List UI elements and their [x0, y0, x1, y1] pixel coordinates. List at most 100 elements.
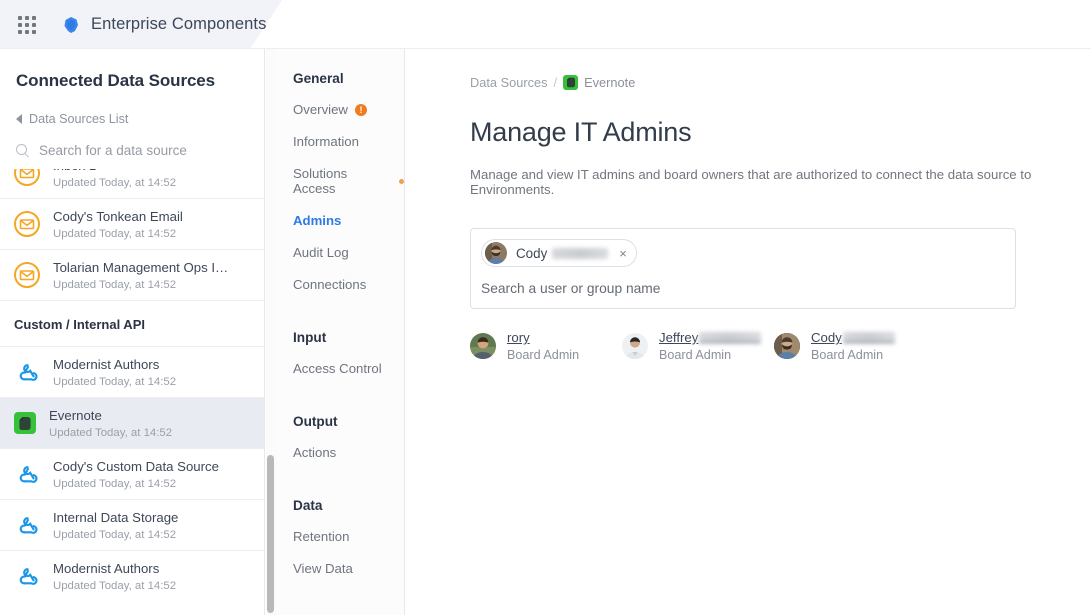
- data-source-name: Modernist Authors: [53, 560, 176, 578]
- redacted-surname: [552, 248, 608, 259]
- nav-item-label: Overview: [293, 102, 348, 117]
- nav-item-connections[interactable]: Connections: [293, 267, 404, 299]
- main-content: Data Sources / Evernote Manage IT Admins…: [406, 49, 1091, 615]
- app-root: Enterprise Components Connected Data Sou…: [0, 0, 1091, 615]
- tonkean-logo-icon: [60, 14, 82, 36]
- nav-item-access-control[interactable]: Access Control: [293, 351, 404, 383]
- webhook-icon: [14, 563, 40, 589]
- selected-user-first-name: Cody: [516, 246, 547, 261]
- nav-section-general: General: [293, 71, 404, 86]
- admin-list-item: rory Board Admin: [470, 330, 622, 362]
- nav-item-label: Connections: [293, 277, 366, 292]
- data-source-row[interactable]: Modernist Authors Updated Today, at 14:52: [0, 346, 265, 397]
- settings-nav: General Overview! Information Solutions Acc…: [277, 49, 405, 615]
- page-title: Manage IT Admins: [470, 117, 1061, 148]
- nav-item-label: Access Control: [293, 361, 382, 376]
- avatar: [774, 333, 800, 359]
- data-source-updated: Updated Today, at 14:52: [53, 228, 183, 240]
- nav-item-audit-log[interactable]: Audit Log: [293, 235, 404, 267]
- avatar: [485, 242, 507, 264]
- avatar: [470, 333, 496, 359]
- page-description: Manage and view IT admins and board owne…: [470, 167, 1061, 197]
- nav-item-label: Audit Log: [293, 245, 349, 260]
- data-source-list: Inbox 1Updated Today, at 14:52Cody's Ton…: [0, 169, 265, 601]
- data-source-name: Inbox 1: [53, 169, 176, 175]
- admin-name-link[interactable]: Jeffrey: [659, 330, 761, 345]
- sidebar-search-row: [16, 143, 248, 170]
- breadcrumb: Data Sources / Evernote: [470, 75, 1061, 90]
- admin-first-name: Jeffrey: [659, 330, 698, 345]
- admin-role: Board Admin: [507, 348, 579, 362]
- status-dot-icon: [399, 179, 404, 184]
- admin-picker[interactable]: Cody ×: [470, 228, 1016, 309]
- grid-apps-icon[interactable]: [18, 16, 36, 34]
- nav-item-admins[interactable]: Admins: [293, 203, 404, 235]
- data-source-name: Modernist Authors: [53, 356, 176, 374]
- nav-item-overview[interactable]: Overview!: [293, 92, 404, 124]
- back-to-data-sources-list[interactable]: Data Sources List: [16, 112, 248, 126]
- webhook-icon: [14, 512, 40, 538]
- avatar: [622, 333, 648, 359]
- data-source-updated: Updated Today, at 14:52: [53, 177, 176, 189]
- data-source-updated: Updated Today, at 14:52: [53, 580, 176, 592]
- nav-section-input: Input: [293, 330, 404, 345]
- data-source-row[interactable]: EvernoteUpdated Today, at 14:52: [0, 397, 265, 448]
- search-icon: [16, 144, 29, 157]
- admin-name-link[interactable]: rory: [507, 330, 579, 345]
- data-sources-sidebar: Connected Data Sources Data Sources List…: [0, 49, 265, 615]
- data-source-row[interactable]: Tolarian Management Ops I…Updated Today,…: [0, 249, 265, 300]
- app-title: Enterprise Components: [91, 15, 266, 34]
- data-source-updated: Updated Today, at 14:52: [53, 529, 178, 541]
- mail-icon: [14, 169, 40, 186]
- data-source-row[interactable]: Cody's Tonkean Email Updated Today, at 14…: [0, 198, 265, 249]
- nav-section-output: Output: [293, 414, 404, 429]
- nav-section-data: Data: [293, 498, 404, 513]
- nav-item-information[interactable]: Information: [293, 124, 404, 156]
- breadcrumb-separator: /: [554, 75, 558, 90]
- user-search-input[interactable]: [481, 281, 981, 296]
- admin-first-name: rory: [507, 330, 530, 345]
- data-source-row[interactable]: Modernist Authors Updated Today, at 14:52: [0, 550, 265, 601]
- selected-user-name: Cody: [516, 246, 608, 261]
- nav-item-actions[interactable]: Actions: [293, 435, 404, 467]
- webhook-icon: [14, 461, 40, 487]
- data-source-updated: Updated Today, at 14:52: [49, 427, 172, 439]
- redacted-surname: [843, 332, 895, 343]
- search-input[interactable]: [39, 143, 239, 158]
- breadcrumb-current[interactable]: Evernote: [584, 75, 635, 90]
- breadcrumb-root[interactable]: Data Sources: [470, 75, 548, 90]
- data-source-name: Cody's Custom Data Source: [53, 458, 219, 476]
- mail-icon: [14, 211, 40, 237]
- webhook-icon: [14, 359, 40, 385]
- admin-list-item: JeffreyBoard Admin: [622, 330, 774, 362]
- evernote-icon: [14, 412, 36, 434]
- remove-chip-icon[interactable]: ×: [617, 247, 627, 260]
- selected-user-chip[interactable]: Cody ×: [481, 239, 637, 267]
- nav-item-label: Solutions Access: [293, 166, 392, 196]
- data-source-row[interactable]: Cody's Custom Data SourceUpdated Today, …: [0, 448, 265, 499]
- sidebar-title: Connected Data Sources: [16, 71, 248, 91]
- nav-item-retention[interactable]: Retention: [293, 519, 404, 551]
- admin-first-name: Cody: [811, 330, 842, 345]
- nav-item-solutions-access[interactable]: Solutions Access: [293, 156, 404, 203]
- data-source-updated: Updated Today, at 14:52: [53, 376, 176, 388]
- mail-icon: [14, 262, 40, 288]
- nav-item-label: Actions: [293, 445, 336, 460]
- nav-item-label: Information: [293, 134, 359, 149]
- data-source-list-scroll[interactable]: Inbox 1Updated Today, at 14:52Cody's Ton…: [0, 169, 265, 615]
- nav-item-view-data[interactable]: View Data: [293, 551, 404, 583]
- data-source-name: Internal Data Storage: [53, 509, 178, 527]
- data-source-row[interactable]: Inbox 1 Updated Today, at 14:52: [0, 169, 265, 198]
- data-source-row[interactable]: Internal Data Storage Updated Today, at 1…: [0, 499, 265, 550]
- admin-name-link[interactable]: Cody: [811, 330, 895, 345]
- admin-list: rory Board Admin JeffreyBoard Admin Cody Boa…: [470, 330, 1061, 362]
- data-source-name: Cody's Tonkean Email: [53, 208, 183, 226]
- evernote-icon: [563, 75, 578, 90]
- admin-role: Board Admin: [811, 348, 895, 362]
- admin-list-item: Cody Board Admin: [774, 330, 926, 362]
- nav-item-label: View Data: [293, 561, 353, 576]
- chevron-left-icon: [16, 114, 22, 124]
- brand[interactable]: Enterprise Components: [60, 14, 266, 36]
- redacted-surname: [699, 332, 761, 343]
- sidebar-scrollbar-thumb[interactable]: [267, 455, 274, 613]
